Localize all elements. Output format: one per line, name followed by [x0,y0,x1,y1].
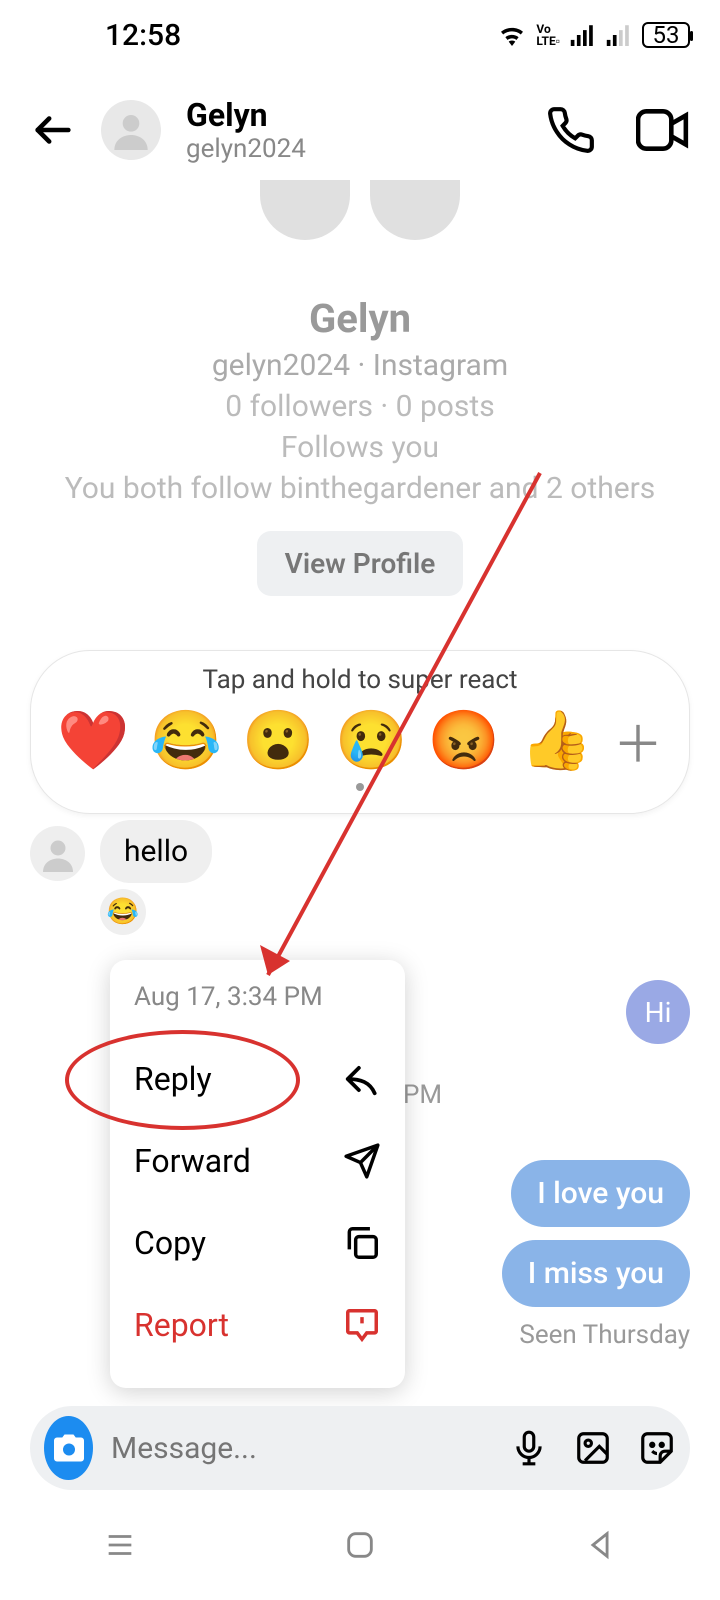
system-nav-bar [0,1510,720,1580]
message-input-bar [30,1406,690,1490]
reply-icon [343,1060,381,1098]
nav-home-icon[interactable] [343,1528,377,1562]
signal-icon-1 [570,24,596,46]
battery-icon: 53 [642,22,690,48]
context-copy-label: Copy [134,1224,206,1262]
reaction-hint: Tap and hold to super react [51,665,669,695]
header-title-block[interactable]: Gelyn gelyn2024 [186,96,306,164]
outgoing-message-miss[interactable]: I miss you [502,1240,690,1307]
time-stamp-pm: PM [403,1080,442,1110]
wifi-icon [498,24,526,46]
pagination-dot [356,783,364,791]
copy-icon [343,1224,381,1262]
send-icon [343,1142,381,1180]
message-reaction-badge[interactable]: 😂 [100,889,146,935]
camera-button[interactable] [44,1416,93,1480]
reaction-thumbs-up[interactable]: 👍 [520,712,592,770]
status-time: 12:58 [105,18,181,53]
status-bar: 12:58 VoLTE▫ 53 [0,0,720,70]
profile-avatar [255,180,465,290]
back-icon[interactable] [30,107,76,153]
call-icon[interactable] [546,105,596,155]
reaction-heart[interactable]: ❤️ [57,712,129,770]
context-reply[interactable]: Reply [134,1038,381,1120]
message-avatar[interactable] [30,826,85,881]
header-name: Gelyn [186,96,306,134]
context-report[interactable]: Report [134,1284,381,1366]
message-area: hello 😂 Hi PM I love you I miss you Seen… [30,820,690,935]
outgoing-message-love[interactable]: I love you [511,1160,690,1227]
profile-block: Gelyn gelyn2024 · Instagram 0 followers … [0,180,720,596]
status-icons: VoLTE▫ 53 [498,22,690,48]
profile-stats: 0 followers · 0 posts [0,389,720,424]
profile-name: Gelyn [0,295,720,342]
header-avatar[interactable] [101,100,161,160]
message-input[interactable] [111,1431,492,1466]
seen-status: Seen Thursday [519,1320,690,1350]
gallery-icon[interactable] [574,1429,612,1467]
profile-subtitle: gelyn2024 · Instagram [0,348,720,383]
reaction-add-icon[interactable]: ＋ [613,705,663,777]
profile-mutual: You both follow binthegardener and 2 oth… [0,471,720,506]
chat-header: Gelyn gelyn2024 [0,80,720,180]
reaction-sad[interactable]: 😢 [335,712,407,770]
context-menu: Aug 17, 3:34 PM Reply Forward Copy Repor… [110,960,405,1388]
camera-icon [51,1430,87,1466]
volte-icon: VoLTE▫ [536,23,560,47]
context-reply-label: Reply [134,1060,212,1098]
nav-recent-icon[interactable] [103,1528,137,1562]
context-report-label: Report [134,1306,229,1344]
mic-icon[interactable] [510,1429,548,1467]
video-icon[interactable] [636,105,690,155]
context-forward-label: Forward [134,1142,251,1180]
sticker-icon[interactable] [638,1429,676,1467]
view-profile-button[interactable]: View Profile [257,531,464,596]
context-copy[interactable]: Copy [134,1202,381,1284]
nav-back-icon[interactable] [583,1528,617,1562]
outgoing-message-hi[interactable]: Hi [626,980,690,1044]
reaction-bar: Tap and hold to super react ❤️ 😂 😮 😢 😡 👍… [30,650,690,814]
incoming-message-bubble[interactable]: hello [100,820,212,883]
reaction-wow[interactable]: 😮 [242,712,314,770]
reaction-angry[interactable]: 😡 [428,712,500,770]
context-forward[interactable]: Forward [134,1120,381,1202]
report-icon [343,1306,381,1344]
signal-icon-2 [606,24,632,46]
header-username: gelyn2024 [186,134,306,164]
context-menu-timestamp: Aug 17, 3:34 PM [134,982,381,1012]
reaction-laugh[interactable]: 😂 [150,712,222,770]
incoming-message-row: hello [30,820,690,883]
profile-follows-you: Follows you [0,430,720,465]
